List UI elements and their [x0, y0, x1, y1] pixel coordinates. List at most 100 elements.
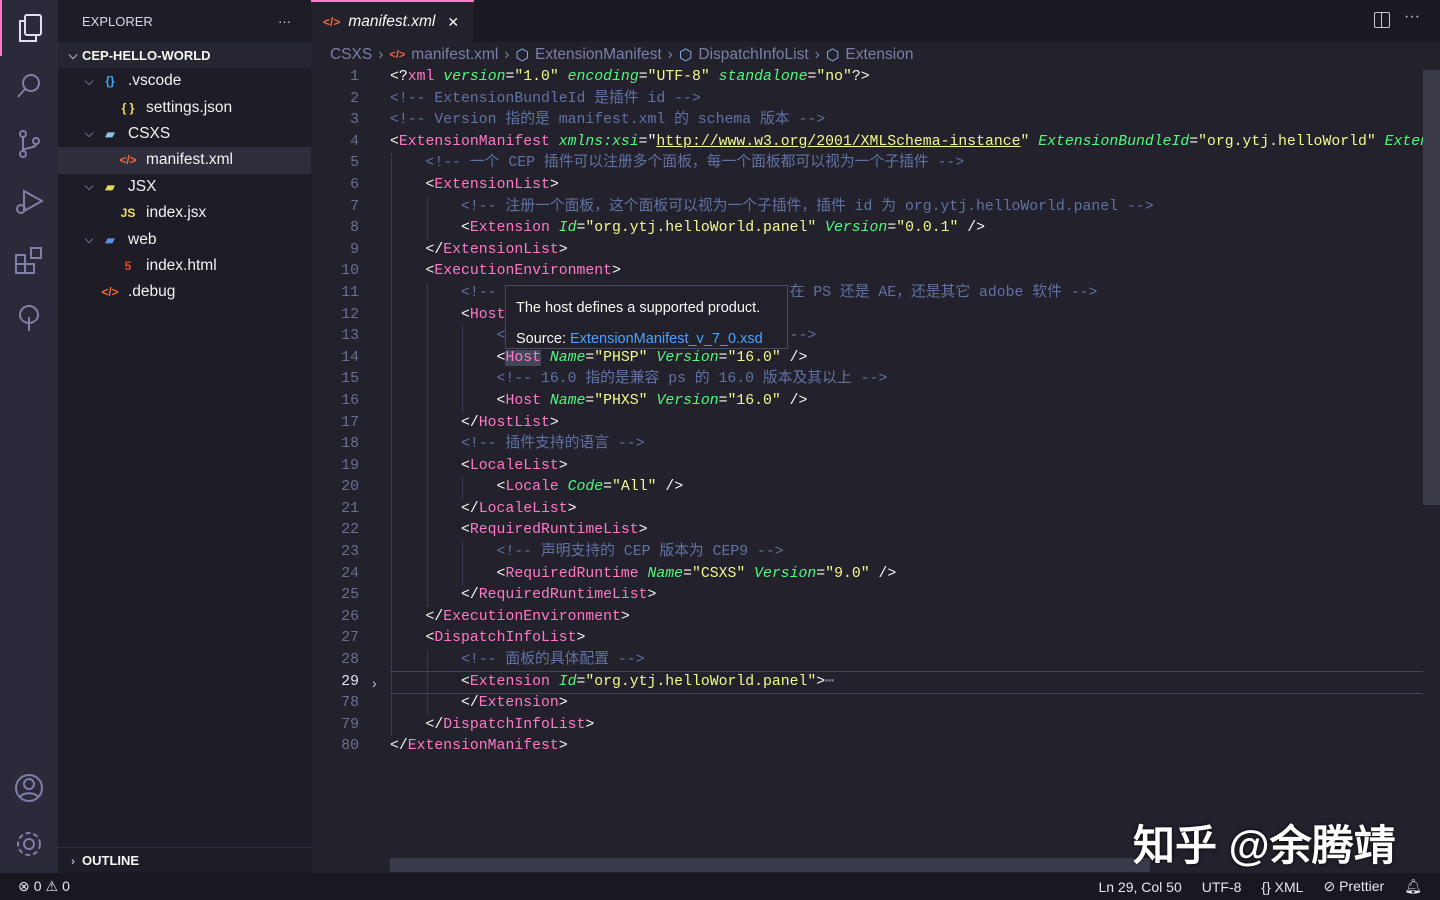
- indent-guide: [426, 498, 428, 521]
- indent-guide: [391, 174, 392, 197]
- outline-section[interactable]: › OUTLINE: [58, 847, 311, 873]
- code-token: <!-- 插件支持的语言 -->: [461, 436, 645, 453]
- gear-icon[interactable]: [0, 816, 58, 872]
- code-token: >: [638, 522, 648, 539]
- indent-guide: [426, 196, 428, 219]
- code-line: <RequiredRuntimeList>: [390, 520, 1423, 543]
- fold-chevron-icon[interactable]: ›: [372, 675, 377, 691]
- breadcrumb-item[interactable]: CSXS: [330, 46, 372, 64]
- code-token: <!--: [461, 284, 497, 301]
- indent-guide: [426, 282, 428, 305]
- encoding[interactable]: UTF-8: [1202, 879, 1242, 895]
- prettier-icon: ⊘: [1323, 878, 1336, 894]
- tree-item[interactable]: ⌵ {} .vscode: [58, 68, 311, 94]
- indent-guide: [426, 218, 428, 240]
- code-token: />: [780, 349, 808, 366]
- tree-item[interactable]: </> manifest.xml: [58, 147, 311, 174]
- line-number: 20: [341, 479, 359, 496]
- code-token: LocaleList: [478, 500, 568, 517]
- line-number: 1: [350, 69, 359, 85]
- line-number: 19: [341, 457, 359, 474]
- vertical-scrollbar[interactable]: [1423, 70, 1440, 505]
- watermark: 知乎 @余腾靖: [1133, 822, 1396, 869]
- indent-guide: [426, 671, 428, 694]
- code-token: "16.0": [727, 392, 781, 409]
- code-token: "1.0": [514, 69, 559, 85]
- indent-guide: [391, 282, 392, 305]
- extensions-icon[interactable]: [0, 232, 58, 288]
- indent-guide: [426, 412, 428, 435]
- code-token: Host: [505, 392, 541, 409]
- status-bar: ⊗ 0 ⚠ 0 Ln 29, Col 50 UTF-8 {} XML ⊘ Prett…: [0, 873, 1440, 900]
- problems-indicator[interactable]: ⊗ 0 ⚠ 0: [18, 878, 70, 895]
- account-icon[interactable]: [0, 760, 58, 816]
- search-icon[interactable]: [0, 58, 58, 114]
- indent-guide: [462, 542, 464, 564]
- breadcrumb-item[interactable]: ExtensionManifest: [535, 46, 662, 64]
- code-token: >: [620, 608, 630, 625]
- split-editor-icon[interactable]: [1374, 12, 1390, 28]
- indent-guide: [391, 628, 392, 651]
- code-token: ExecutionEnvironment: [434, 263, 612, 280]
- language-mode[interactable]: {} XML: [1261, 879, 1303, 895]
- tree-item[interactable]: { } settings.json: [58, 94, 311, 120]
- line-number: 8: [350, 220, 359, 237]
- workspace-root[interactable]: ⌵ CEP-HELLO-WORLD: [58, 42, 311, 68]
- code-token: =: [585, 392, 595, 409]
- code-token: ExtensionManifest: [407, 738, 559, 755]
- tooltip-source-link[interactable]: ExtensionManifest_v_7_0.xsd: [570, 331, 763, 347]
- source-control-icon[interactable]: [0, 116, 58, 172]
- breadcrumb-item[interactable]: Extension: [845, 46, 913, 64]
- tab-manifest-xml[interactable]: </> manifest.xml ✕: [311, 0, 474, 42]
- explorer-icon[interactable]: [0, 0, 58, 56]
- bell-icon[interactable]: 🔔︎: [1404, 878, 1422, 895]
- run-debug-icon[interactable]: [0, 174, 58, 230]
- tree-item[interactable]: JS index.jsx: [58, 200, 311, 226]
- code-token: />: [958, 220, 986, 237]
- tree-item[interactable]: </> .debug: [58, 279, 311, 305]
- close-icon[interactable]: ✕: [447, 14, 459, 31]
- code-token: "PHXS": [594, 392, 648, 409]
- tree-item[interactable]: ⌵ ▰ JSX: [58, 174, 311, 200]
- tree-item[interactable]: 5 index.html: [58, 253, 311, 279]
- line-number: 5: [350, 155, 359, 172]
- code-token: "CSXS": [691, 565, 746, 582]
- more-actions-icon[interactable]: ···: [1404, 8, 1420, 26]
- tree-item[interactable]: ⌵ ▰ CSXS: [58, 121, 311, 147]
- code-token: DispatchInfoList: [434, 630, 577, 647]
- code-token: Extension: [469, 673, 550, 690]
- code-token: Extens: [1384, 133, 1423, 150]
- remote-icon[interactable]: [0, 290, 58, 346]
- prettier-status[interactable]: ⊘ Prettier: [1323, 878, 1384, 895]
- code-token: <!-- 面板的具体配置 -->: [461, 652, 645, 669]
- breadcrumb-item[interactable]: manifest.xml: [411, 46, 498, 64]
- cursor-position[interactable]: Ln 29, Col 50: [1098, 879, 1181, 895]
- code-token: Id: [558, 220, 577, 237]
- breadcrumb-item[interactable]: DispatchInfoList: [698, 46, 808, 64]
- code-token: =: [887, 220, 897, 237]
- tree-item[interactable]: ⌵ ▰ web: [58, 226, 311, 252]
- folder-icon: {}: [105, 74, 115, 89]
- line-number: 13: [341, 328, 359, 345]
- code-line: <ExtensionManifest xmlns:xsi="http://www…: [390, 132, 1423, 154]
- tooltip-text: The host defines a supported product.: [516, 300, 761, 316]
- xml-file-icon: </>: [389, 49, 406, 61]
- code-line: <ExtensionList>: [390, 174, 1423, 197]
- code-editor[interactable]: <?xml version="1.0" encoding="UTF-8" sta…: [390, 67, 1423, 758]
- code-token: HostList: [478, 414, 550, 431]
- tree-item-label: web: [128, 230, 157, 248]
- horizontal-scrollbar[interactable]: [390, 858, 1150, 872]
- code-token: xml: [407, 69, 435, 85]
- line-number: 14: [341, 349, 359, 366]
- indent-guide: [426, 650, 428, 672]
- error-count: 0: [33, 878, 42, 894]
- code-token: Name: [647, 565, 684, 582]
- warning-icon: ⚠: [45, 878, 59, 894]
- code-token: =: [718, 392, 728, 409]
- line-number: 79: [341, 716, 359, 733]
- code-token: <: [461, 306, 470, 323]
- indent-guide: [391, 218, 392, 240]
- more-actions-button[interactable]: ···: [278, 14, 291, 29]
- xml-file-icon: </>: [323, 15, 341, 29]
